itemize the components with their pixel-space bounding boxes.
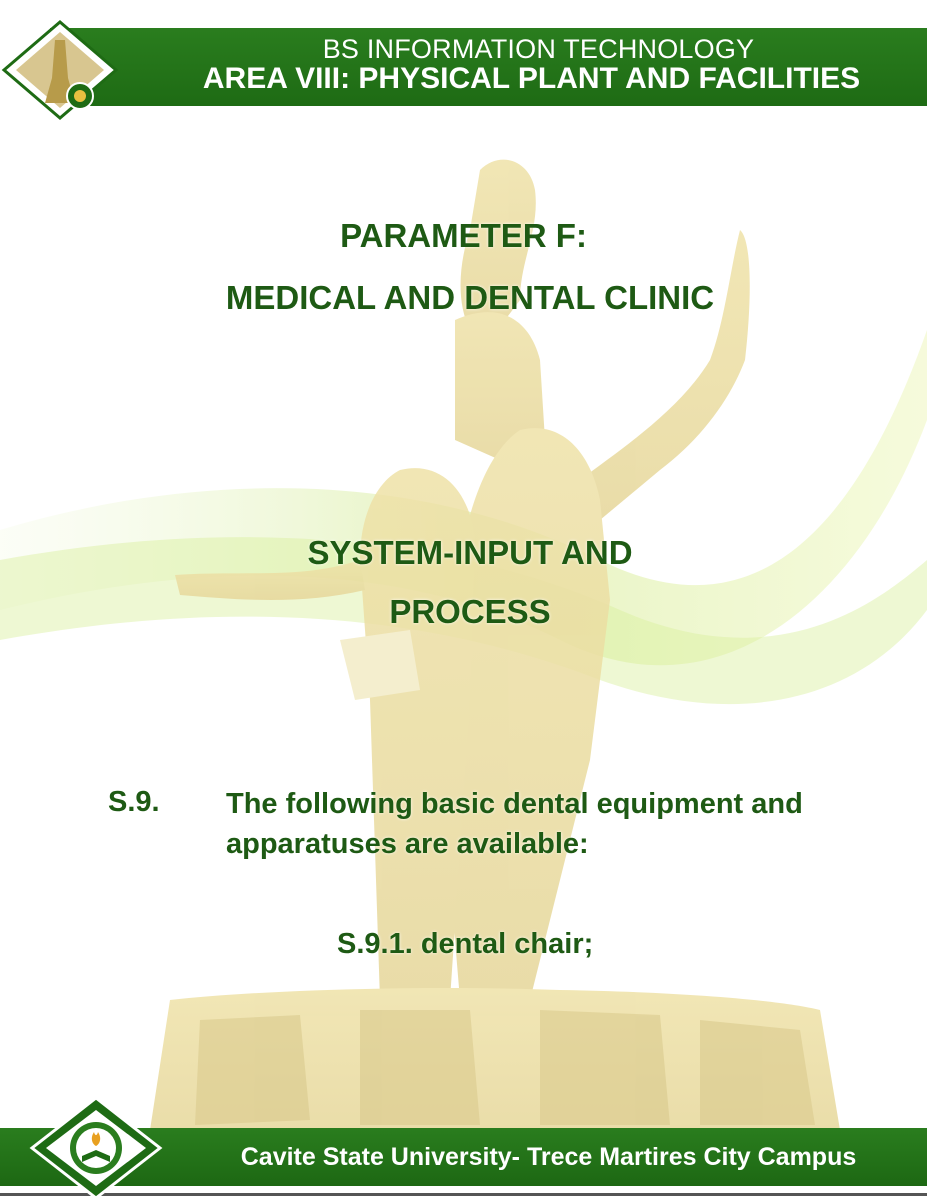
area-title: AREA VIII: PHYSICAL PLANT AND FACILITIES [202,62,861,95]
campus-name: Cavite State University- Trece Martires … [240,1143,857,1171]
parameter-title: PARAMETER F: [340,217,587,254]
standard-number: S.9. [108,786,160,818]
program-title: BS INFORMATION TECHNOLOGY [322,34,755,64]
standard-sub-item: S.9.1. dental chair; [337,928,594,960]
university-statue-logo-icon [1,20,119,120]
standard-text: The following basic dental equipment and… [226,788,803,860]
parameter-subtitle: MEDICAL AND DENTAL CLINIC [225,279,715,316]
section-heading-line1: SYSTEM-INPUT AND [307,534,633,571]
document-page: BS INFORMATION TECHNOLOGY AREA VIII: PHY… [0,0,927,1200]
university-seal-icon [29,1096,163,1200]
section-heading-line2: PROCESS [389,593,551,630]
